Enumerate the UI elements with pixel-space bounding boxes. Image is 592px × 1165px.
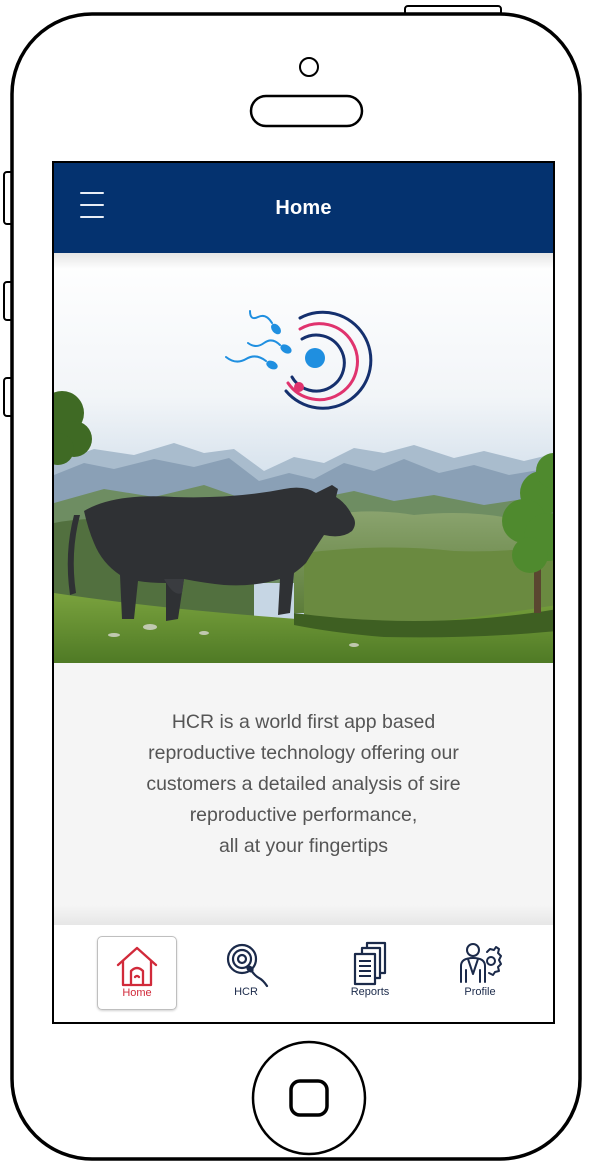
hero-banner <box>54 253 553 663</box>
nav-item-profile[interactable]: Profile <box>440 936 520 1010</box>
reports-icon <box>353 941 387 986</box>
home-button[interactable] <box>251 1040 367 1156</box>
hamburger-menu-icon[interactable] <box>80 192 104 218</box>
hcr-icon <box>226 943 269 988</box>
app-description: HCR is a world first app based reproduct… <box>146 711 461 857</box>
intro-section: HCR is a world first app based reproduct… <box>54 663 553 925</box>
app-bar: Home <box>54 163 553 253</box>
nav-shadow <box>54 905 553 925</box>
bottom-navigation: Home HCR Reports Profile <box>54 925 553 1022</box>
app-screen: Home HCR is a world first app based repr… <box>52 161 555 1024</box>
nav-label-profile: Profile <box>464 986 496 998</box>
nav-item-home[interactable]: Home <box>97 936 177 1010</box>
nav-label-home: Home <box>122 987 152 999</box>
home-icon <box>116 946 158 987</box>
nav-item-hcr[interactable]: HCR <box>206 936 286 1010</box>
page-title: Home <box>275 196 332 219</box>
nav-label-hcr: HCR <box>234 986 258 998</box>
nav-label-reports: Reports <box>350 986 390 998</box>
nav-item-reports[interactable]: Reports <box>330 936 410 1010</box>
profile-icon <box>460 943 502 983</box>
landscape-illustration <box>54 253 553 663</box>
